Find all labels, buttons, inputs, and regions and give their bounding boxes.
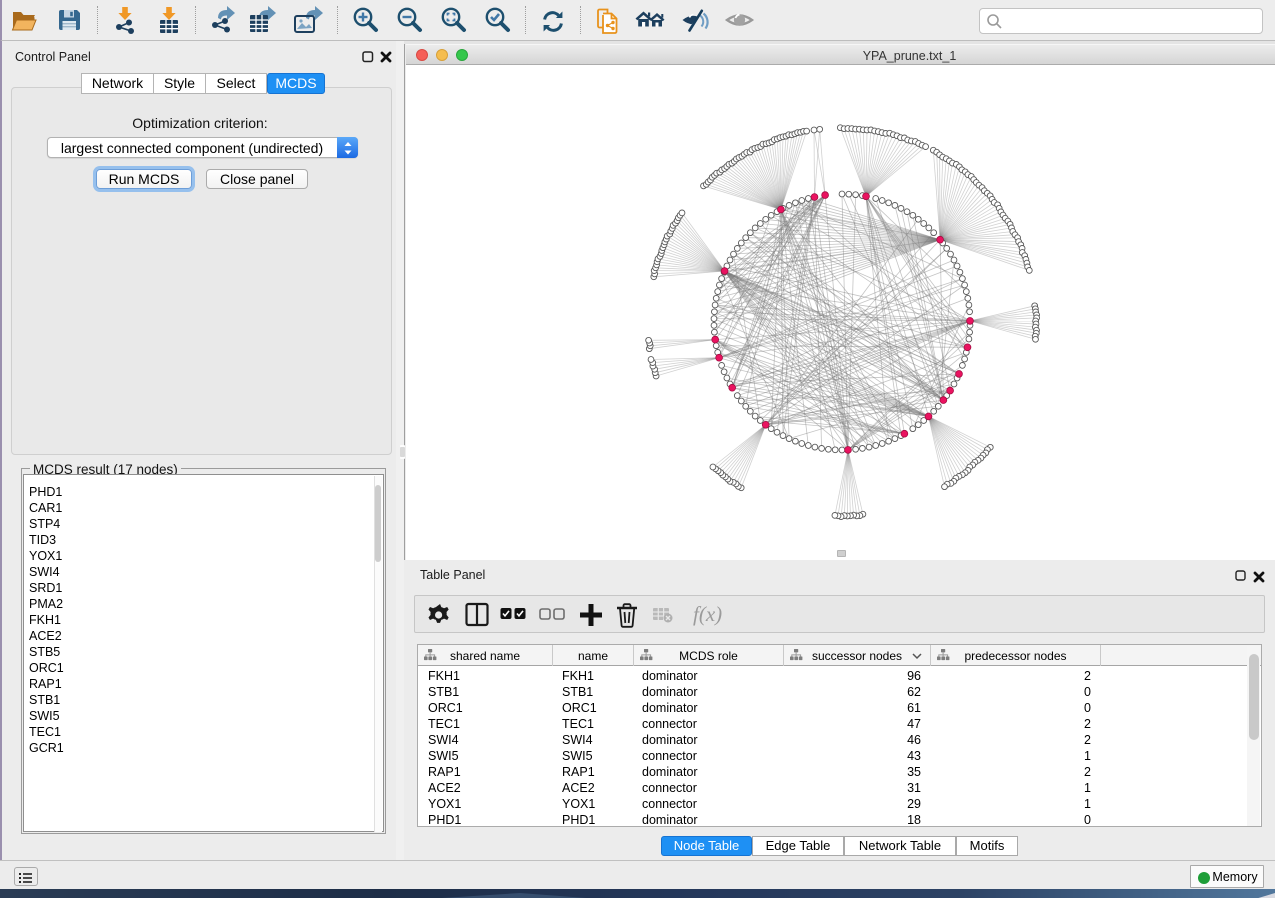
svg-text:f(x): f(x)	[693, 602, 722, 626]
